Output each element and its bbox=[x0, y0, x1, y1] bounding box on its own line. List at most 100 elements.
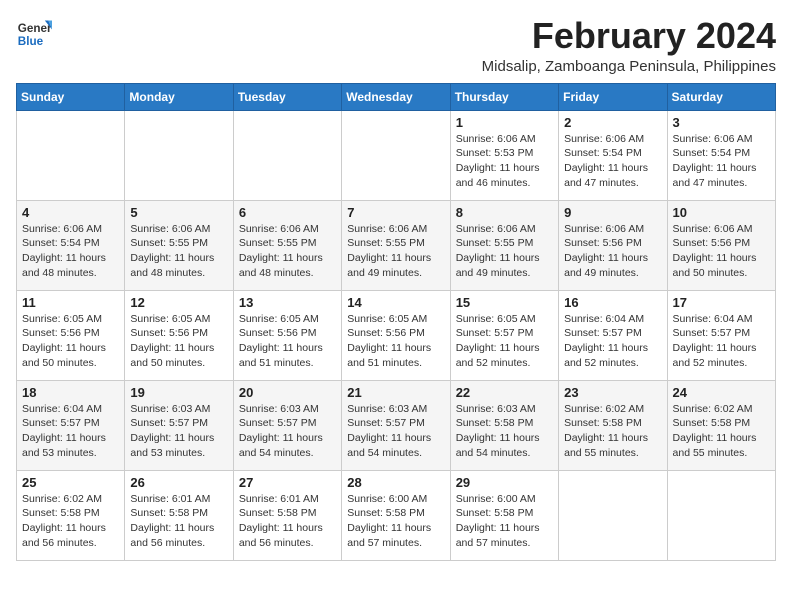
calendar-cell: 28 Sunrise: 6:00 AMSunset: 5:58 PMDayligh… bbox=[342, 470, 450, 560]
cell-content: Sunrise: 6:06 AMSunset: 5:56 PMDaylight:… bbox=[564, 222, 661, 281]
calendar-cell: 4 Sunrise: 6:06 AMSunset: 5:54 PMDaylight… bbox=[17, 200, 125, 290]
calendar-cell: 25 Sunrise: 6:02 AMSunset: 5:58 PMDayligh… bbox=[17, 470, 125, 560]
day-number: 7 bbox=[347, 205, 444, 220]
cell-content: Sunrise: 6:03 AMSunset: 5:57 PMDaylight:… bbox=[239, 402, 336, 461]
calendar-cell: 24 Sunrise: 6:02 AMSunset: 5:58 PMDayligh… bbox=[667, 380, 775, 470]
day-number: 5 bbox=[130, 205, 227, 220]
calendar-week-row: 4 Sunrise: 6:06 AMSunset: 5:54 PMDaylight… bbox=[17, 200, 776, 290]
weekday-header-sunday: Sunday bbox=[17, 83, 125, 110]
weekday-header-friday: Friday bbox=[559, 83, 667, 110]
day-number: 2 bbox=[564, 115, 661, 130]
cell-content: Sunrise: 6:01 AMSunset: 5:58 PMDaylight:… bbox=[130, 492, 227, 551]
cell-content: Sunrise: 6:03 AMSunset: 5:57 PMDaylight:… bbox=[347, 402, 444, 461]
calendar-week-row: 18 Sunrise: 6:04 AMSunset: 5:57 PMDayligh… bbox=[17, 380, 776, 470]
calendar-cell: 16 Sunrise: 6:04 AMSunset: 5:57 PMDayligh… bbox=[559, 290, 667, 380]
cell-content: Sunrise: 6:06 AMSunset: 5:55 PMDaylight:… bbox=[347, 222, 444, 281]
logo: General Blue bbox=[16, 16, 52, 52]
day-number: 25 bbox=[22, 475, 119, 490]
cell-content: Sunrise: 6:00 AMSunset: 5:58 PMDaylight:… bbox=[347, 492, 444, 551]
day-number: 9 bbox=[564, 205, 661, 220]
day-number: 24 bbox=[673, 385, 770, 400]
day-number: 12 bbox=[130, 295, 227, 310]
day-number: 16 bbox=[564, 295, 661, 310]
day-number: 27 bbox=[239, 475, 336, 490]
calendar-table: SundayMondayTuesdayWednesdayThursdayFrid… bbox=[16, 83, 776, 561]
svg-text:General: General bbox=[18, 22, 52, 35]
cell-content: Sunrise: 6:06 AMSunset: 5:55 PMDaylight:… bbox=[130, 222, 227, 281]
calendar-cell: 12Sunrise: 6:05 AMSunset: 5:56 PMDayligh… bbox=[125, 290, 233, 380]
day-number: 1 bbox=[456, 115, 553, 130]
calendar-cell bbox=[233, 110, 341, 200]
calendar-cell bbox=[17, 110, 125, 200]
cell-content: Sunrise: 6:02 AMSunset: 5:58 PMDaylight:… bbox=[22, 492, 119, 551]
day-number: 26 bbox=[130, 475, 227, 490]
calendar-cell: 29Sunrise: 6:00 AMSunset: 5:58 PMDayligh… bbox=[450, 470, 558, 560]
cell-content: Sunrise: 6:06 AMSunset: 5:53 PMDaylight:… bbox=[456, 132, 553, 191]
day-number: 11 bbox=[22, 295, 119, 310]
calendar-cell bbox=[342, 110, 450, 200]
weekday-header-saturday: Saturday bbox=[667, 83, 775, 110]
day-number: 18 bbox=[22, 385, 119, 400]
cell-content: Sunrise: 6:06 AMSunset: 5:54 PMDaylight:… bbox=[564, 132, 661, 191]
weekday-header-thursday: Thursday bbox=[450, 83, 558, 110]
day-number: 8 bbox=[456, 205, 553, 220]
cell-content: Sunrise: 6:04 AMSunset: 5:57 PMDaylight:… bbox=[673, 312, 770, 371]
cell-content: Sunrise: 6:06 AMSunset: 5:55 PMDaylight:… bbox=[239, 222, 336, 281]
calendar-cell bbox=[667, 470, 775, 560]
calendar-cell: 7 Sunrise: 6:06 AMSunset: 5:55 PMDaylight… bbox=[342, 200, 450, 290]
calendar-cell bbox=[559, 470, 667, 560]
calendar-cell: 5 Sunrise: 6:06 AMSunset: 5:55 PMDaylight… bbox=[125, 200, 233, 290]
calendar-cell: 21 Sunrise: 6:03 AMSunset: 5:57 PMDayligh… bbox=[342, 380, 450, 470]
day-number: 20 bbox=[239, 385, 336, 400]
cell-content: Sunrise: 6:05 AMSunset: 5:57 PMDaylight:… bbox=[456, 312, 553, 371]
cell-content: Sunrise: 6:03 AMSunset: 5:57 PMDaylight:… bbox=[130, 402, 227, 461]
calendar-cell: 6 Sunrise: 6:06 AMSunset: 5:55 PMDaylight… bbox=[233, 200, 341, 290]
weekday-header-monday: Monday bbox=[125, 83, 233, 110]
weekday-header-wednesday: Wednesday bbox=[342, 83, 450, 110]
logo-icon: General Blue bbox=[16, 16, 52, 52]
calendar-cell: 18 Sunrise: 6:04 AMSunset: 5:57 PMDayligh… bbox=[17, 380, 125, 470]
calendar-cell: 1 Sunrise: 6:06 AMSunset: 5:53 PMDaylight… bbox=[450, 110, 558, 200]
day-number: 3 bbox=[673, 115, 770, 130]
day-number: 17 bbox=[673, 295, 770, 310]
calendar-week-row: 25 Sunrise: 6:02 AMSunset: 5:58 PMDayligh… bbox=[17, 470, 776, 560]
calendar-cell: 10 Sunrise: 6:06 AMSunset: 5:56 PMDayligh… bbox=[667, 200, 775, 290]
cell-content: Sunrise: 6:02 AMSunset: 5:58 PMDaylight:… bbox=[673, 402, 770, 461]
day-number: 13 bbox=[239, 295, 336, 310]
calendar-cell: 3 Sunrise: 6:06 AMSunset: 5:54 PMDaylight… bbox=[667, 110, 775, 200]
calendar-cell: 9 Sunrise: 6:06 AMSunset: 5:56 PMDaylight… bbox=[559, 200, 667, 290]
day-number: 6 bbox=[239, 205, 336, 220]
calendar-week-row: 11 Sunrise: 6:05 AMSunset: 5:56 PMDayligh… bbox=[17, 290, 776, 380]
day-number: 28 bbox=[347, 475, 444, 490]
day-number: 22 bbox=[456, 385, 553, 400]
weekday-header-row: SundayMondayTuesdayWednesdayThursdayFrid… bbox=[17, 83, 776, 110]
cell-content: Sunrise: 6:04 AMSunset: 5:57 PMDaylight:… bbox=[22, 402, 119, 461]
cell-content: Sunrise: 6:00 AMSunset: 5:58 PMDaylight:… bbox=[456, 492, 553, 551]
cell-content: Sunrise: 6:04 AMSunset: 5:57 PMDaylight:… bbox=[564, 312, 661, 371]
page-header: General Blue February 2024 Midsalip, Zam… bbox=[16, 16, 776, 75]
cell-content: Sunrise: 6:06 AMSunset: 5:56 PMDaylight:… bbox=[673, 222, 770, 281]
weekday-header-tuesday: Tuesday bbox=[233, 83, 341, 110]
calendar-cell: 17 Sunrise: 6:04 AMSunset: 5:57 PMDayligh… bbox=[667, 290, 775, 380]
calendar-cell: 8 Sunrise: 6:06 AMSunset: 5:55 PMDaylight… bbox=[450, 200, 558, 290]
day-number: 4 bbox=[22, 205, 119, 220]
calendar-cell: 13 Sunrise: 6:05 AMSunset: 5:56 PMDayligh… bbox=[233, 290, 341, 380]
cell-content: Sunrise: 6:06 AMSunset: 5:54 PMDaylight:… bbox=[673, 132, 770, 191]
calendar-cell: 11Sunrise: 6:05 AMSunset: 5:56 PMDayligh… bbox=[17, 290, 125, 380]
cell-content: Sunrise: 6:06 AMSunset: 5:55 PMDaylight:… bbox=[456, 222, 553, 281]
cell-content: Sunrise: 6:05 AMSunset: 5:56 PMDaylight:… bbox=[239, 312, 336, 371]
calendar-cell: 22 Sunrise: 6:03 AMSunset: 5:58 PMDayligh… bbox=[450, 380, 558, 470]
day-number: 10 bbox=[673, 205, 770, 220]
svg-text:Blue: Blue bbox=[18, 35, 44, 48]
title-area: February 2024 Midsalip, Zamboanga Penins… bbox=[482, 16, 776, 75]
calendar-cell: 2 Sunrise: 6:06 AMSunset: 5:54 PMDaylight… bbox=[559, 110, 667, 200]
calendar-cell: 26 Sunrise: 6:01 AMSunset: 5:58 PMDayligh… bbox=[125, 470, 233, 560]
cell-content: Sunrise: 6:03 AMSunset: 5:58 PMDaylight:… bbox=[456, 402, 553, 461]
cell-content: Sunrise: 6:06 AMSunset: 5:54 PMDaylight:… bbox=[22, 222, 119, 281]
cell-content: Sunrise: 6:05 AMSunset: 5:56 PMDaylight:… bbox=[347, 312, 444, 371]
calendar-cell bbox=[125, 110, 233, 200]
day-number: 21 bbox=[347, 385, 444, 400]
day-number: 14 bbox=[347, 295, 444, 310]
calendar-cell: 15Sunrise: 6:05 AMSunset: 5:57 PMDayligh… bbox=[450, 290, 558, 380]
day-number: 23 bbox=[564, 385, 661, 400]
